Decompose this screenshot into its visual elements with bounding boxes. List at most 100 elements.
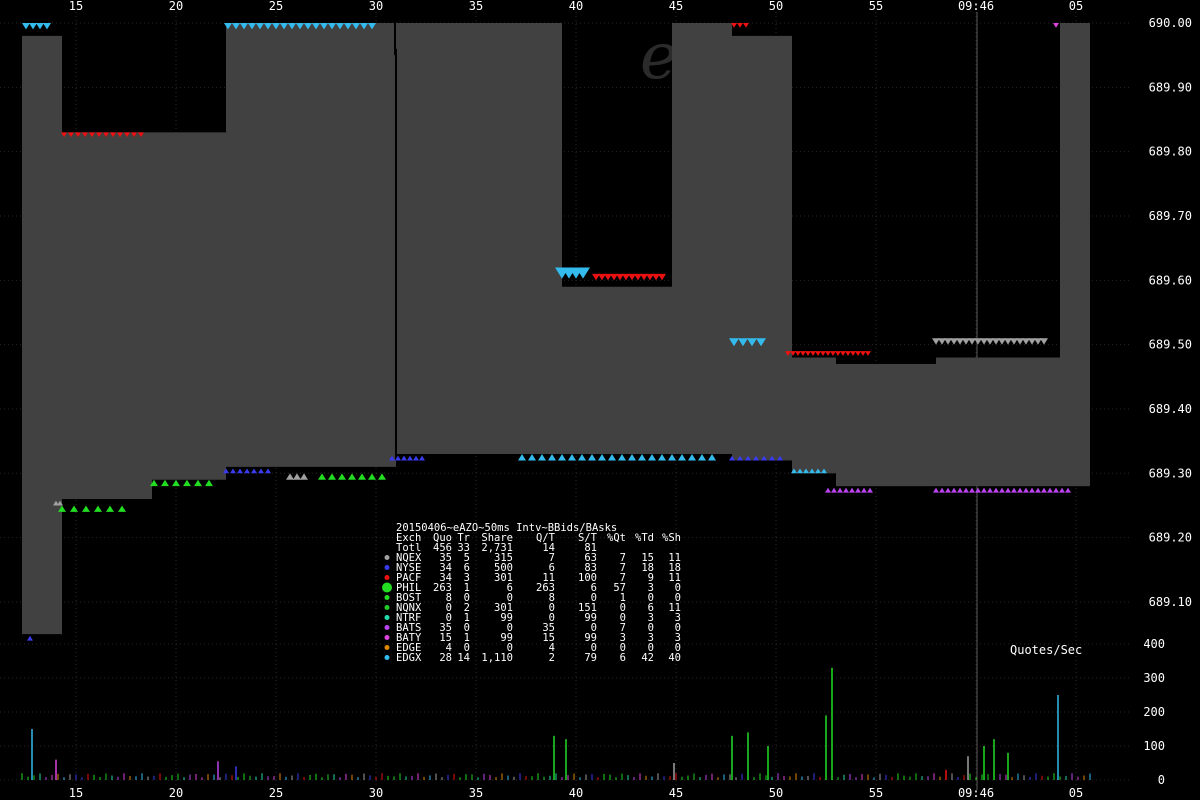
table-cell: 1,110 (481, 652, 513, 664)
ask-quote-marker (810, 351, 816, 356)
x-tick-label-top: 20 (169, 0, 183, 13)
legend-swatch (382, 582, 392, 593)
x-tick-label-bottom: 25 (269, 786, 283, 800)
bid-quote-marker (1035, 487, 1041, 493)
legend-swatch (384, 565, 390, 570)
bid-quote-marker (708, 454, 716, 461)
ask-quote-marker (825, 351, 831, 356)
ask-quote-marker (830, 351, 836, 356)
bid-quote-marker (831, 487, 837, 493)
ask-quote-marker (840, 351, 846, 356)
ask-quote-marker (835, 351, 841, 356)
bid-quote-marker (558, 454, 566, 461)
legend-swatch (384, 605, 390, 610)
bid-quote-marker (698, 454, 706, 461)
bid-quote-marker (251, 468, 257, 474)
x-tick-label-bottom: 40 (569, 786, 583, 800)
table-cell: 28 (439, 652, 452, 664)
bid-quote-marker (528, 454, 536, 461)
ask-quote-marker (43, 23, 51, 30)
x-tick-label-bottom: 35 (469, 786, 483, 800)
bid-quote-marker (1041, 487, 1047, 493)
table-header-cell: %Sh (662, 532, 681, 544)
bid-quote-marker (94, 505, 102, 512)
bid-quote-marker (205, 479, 213, 487)
table-cell: EDGX (396, 652, 422, 664)
ask-quote-marker (805, 351, 811, 356)
x-tick-label-bottom: 50 (769, 786, 783, 800)
table-cell: 42 (641, 652, 654, 664)
bid-quote-marker (548, 454, 556, 461)
bid-quote-marker (172, 479, 180, 487)
x-tick-label-bottom: 45 (669, 786, 683, 800)
bid-quote-marker (1011, 487, 1017, 493)
spread-segment (732, 35, 792, 461)
bid-quote-marker (1053, 487, 1059, 493)
volume-tick-label: 0 (1158, 773, 1165, 787)
ask-quote-marker (865, 351, 871, 356)
ask-quote-marker (800, 351, 806, 356)
bid-quote-marker (668, 454, 676, 461)
y-tick-label: 689.80 (1149, 145, 1192, 159)
spread-segment (936, 357, 1060, 487)
bid-quote-marker (368, 473, 376, 480)
x-tick-label-top: 05 (1069, 0, 1083, 13)
spread-segment (62, 132, 152, 500)
table-cell: 6 (620, 652, 626, 664)
spread-segment (672, 23, 732, 455)
x-tick-label-bottom: 20 (169, 786, 183, 800)
ask-quote-marker (845, 351, 851, 356)
bid-quote-marker (951, 487, 957, 493)
x-tick-label-top: 15 (69, 0, 83, 13)
bid-quote-marker (999, 487, 1005, 493)
volume-tick-label: 200 (1143, 705, 1165, 719)
bid-quote-marker (1029, 487, 1035, 493)
table-cell: 79 (584, 652, 597, 664)
bid-quote-marker (1065, 487, 1071, 493)
volume-tick-label: 400 (1143, 637, 1165, 651)
bid-quote-marker (843, 487, 849, 493)
bid-quote-marker (1047, 487, 1053, 493)
bid-quote-marker (258, 468, 264, 474)
bid-quote-marker (963, 487, 969, 493)
y-tick-label: 689.10 (1149, 595, 1192, 609)
spread-segment (792, 357, 836, 474)
ask-quote-marker (1053, 23, 1059, 28)
bid-quote-marker (688, 454, 696, 461)
bid-quote-marker (106, 505, 114, 512)
bid-quote-marker (861, 487, 867, 493)
x-tick-label-bottom: 05 (1069, 786, 1083, 800)
bid-quote-marker (598, 454, 606, 461)
legend-swatch (384, 615, 390, 620)
bid-quote-marker (568, 454, 576, 461)
x-tick-label-bottom: 15 (69, 786, 83, 800)
legend-swatch (384, 635, 390, 640)
bid-quote-marker (70, 505, 78, 512)
exchange-stats-table: 20150406~eAZO~50ms Intv~BBids/BAsks Exch… (382, 522, 681, 664)
bid-quote-marker (118, 505, 126, 512)
bid-quote-marker (969, 487, 975, 493)
bid-quote-marker (82, 505, 90, 512)
x-tick-label-bottom: 30 (369, 786, 383, 800)
ask-quote-marker (820, 351, 826, 356)
legend-swatch (384, 625, 390, 630)
x-tick-label-top: 55 (869, 0, 883, 13)
legend-swatch (384, 645, 390, 650)
bid-quote-marker (194, 479, 202, 487)
ask-quote-marker (1040, 338, 1048, 345)
bid-quote-marker (413, 455, 419, 461)
bid-quote-marker (286, 473, 294, 480)
volume-tick-label: 300 (1143, 671, 1165, 685)
table-cell: 14 (457, 652, 470, 664)
bid-quote-marker (618, 454, 626, 461)
x-tick-label-top: 35 (469, 0, 483, 13)
ask-quote-marker (36, 23, 44, 30)
spread-segment (1060, 23, 1090, 487)
volume-panel (21, 667, 1091, 780)
bid-quote-marker (1017, 487, 1023, 493)
bid-quote-marker (518, 454, 526, 461)
bid-quote-marker (638, 454, 646, 461)
table-cell: 2 (549, 652, 555, 664)
x-tick-label-bottom: 09:46 (958, 786, 994, 800)
bid-quote-marker (328, 473, 336, 480)
